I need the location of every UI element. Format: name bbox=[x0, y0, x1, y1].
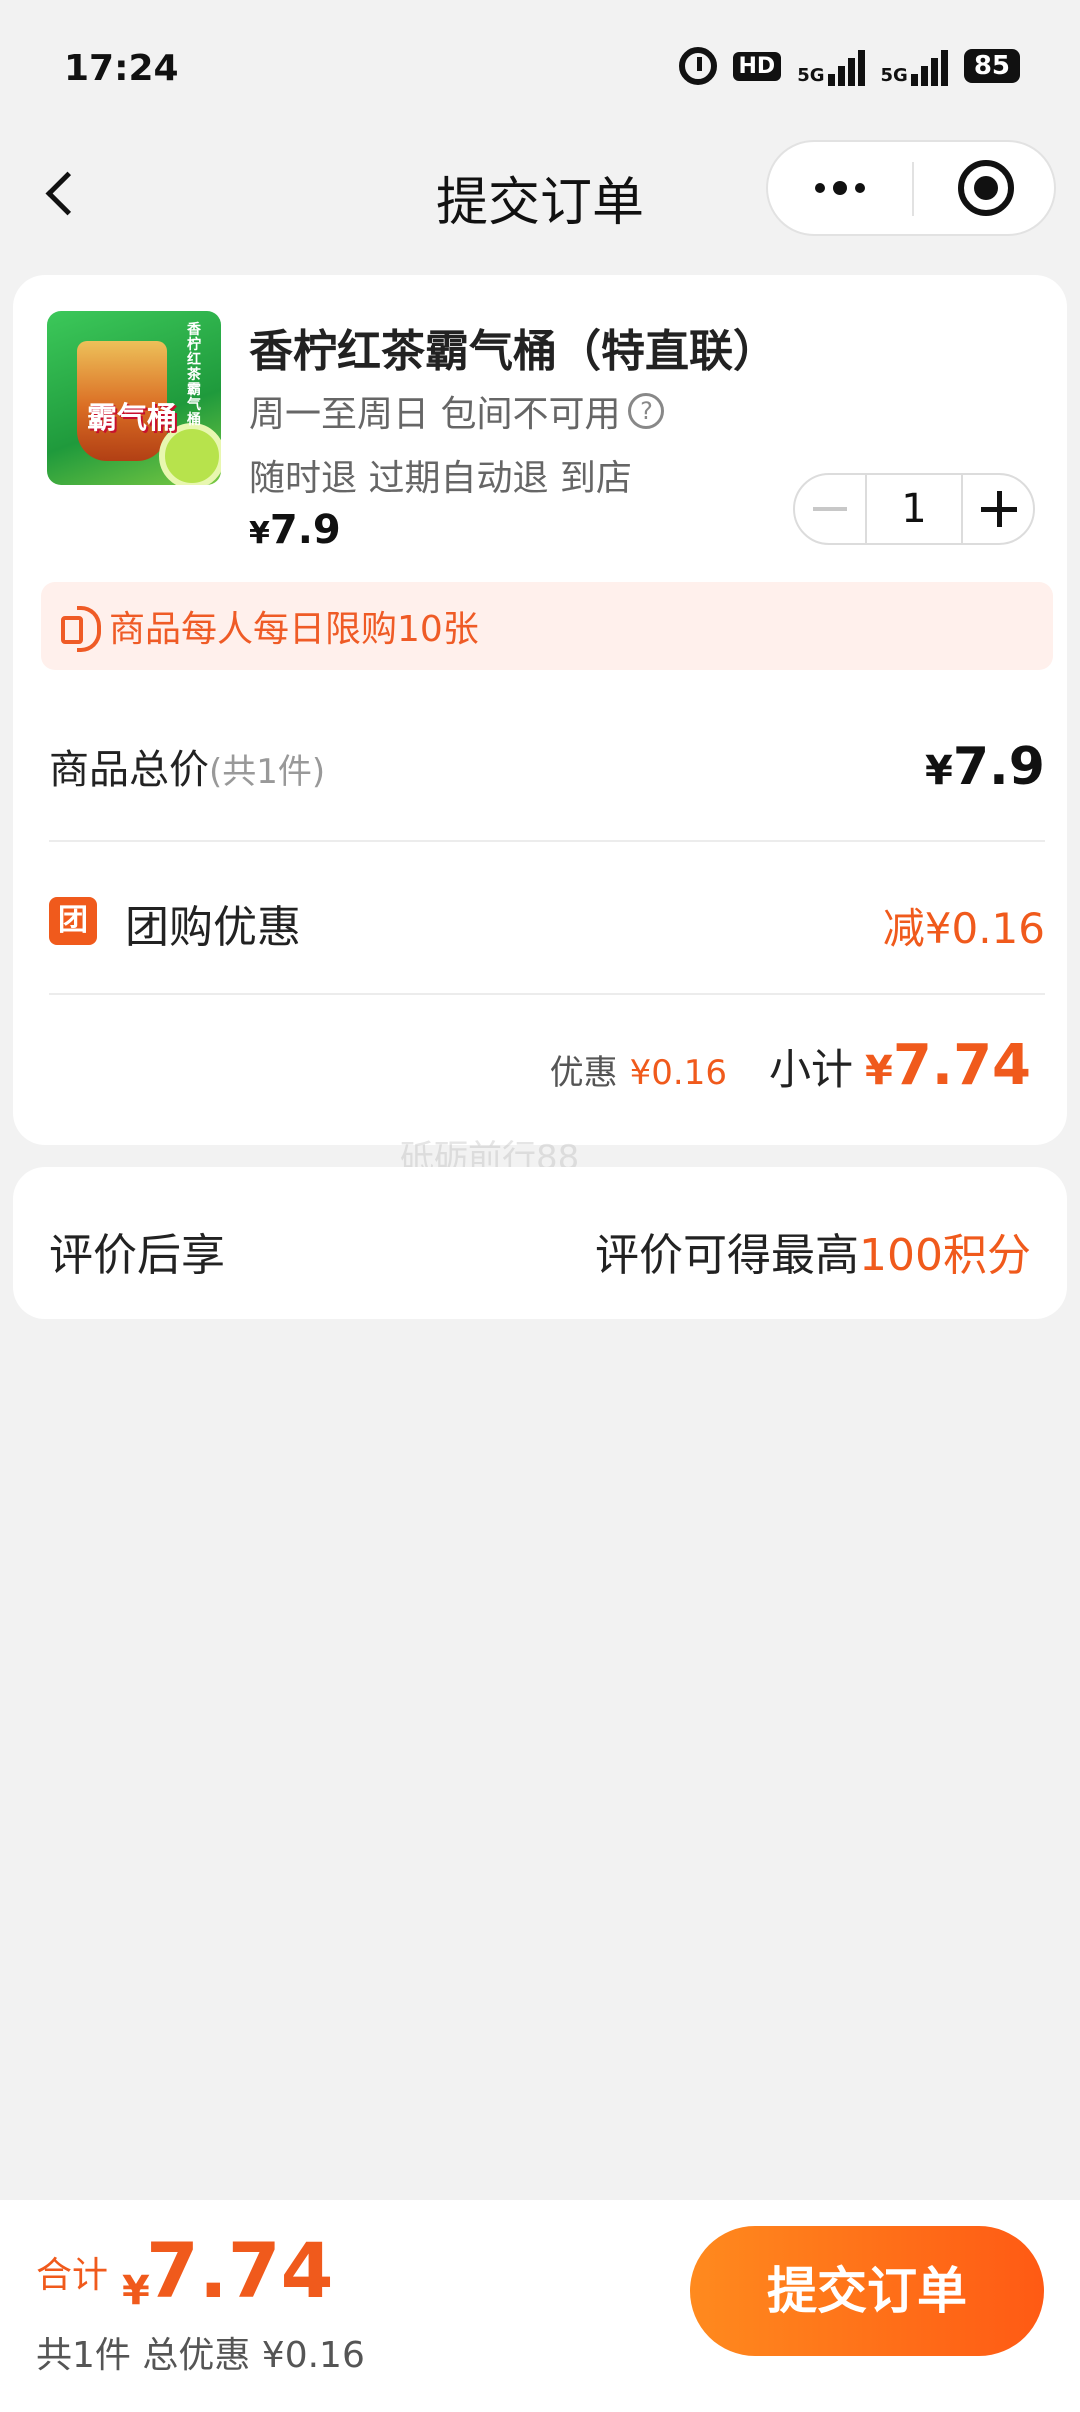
review-reward: 评价可得最高100积分 bbox=[595, 1219, 1031, 1283]
subtotal-row: 优惠 ¥0.16 小计 ¥7.74 bbox=[550, 1033, 1031, 1098]
subtotal-number: 7.74 bbox=[892, 1033, 1031, 1098]
price-value: 7.9 bbox=[269, 507, 341, 553]
total-count: (共1件) bbox=[209, 752, 326, 792]
total-price-value: ¥7.9 bbox=[925, 737, 1045, 797]
status-time: 17:24 bbox=[64, 48, 179, 89]
product-rule: 周一至周日 包间不可用 ? bbox=[249, 385, 665, 437]
product-policy: 随时退 过期自动退 到店 bbox=[249, 458, 632, 499]
thumb-side-text: 香柠红茶霸气桶 bbox=[187, 322, 201, 428]
thumb-text: 霸气桶 bbox=[87, 401, 177, 436]
limit-notice: 商品每人每日限购10张 bbox=[41, 582, 1053, 670]
battery-icon: 85 bbox=[963, 49, 1020, 83]
review-reward-points: 100积分 bbox=[859, 1230, 1031, 1281]
hd-icon: HD bbox=[732, 51, 782, 81]
increase-button[interactable] bbox=[963, 475, 1033, 543]
bottom-bar: 合计 ¥ 7.74 共1件 总优惠 ¥0.16 提交订单 bbox=[0, 2200, 1080, 2412]
network-type-1: 5G bbox=[797, 65, 825, 86]
target-icon[interactable] bbox=[958, 160, 1014, 216]
total-price-row: 商品总价(共1件) ¥7.9 bbox=[49, 737, 1045, 797]
discount-value: ¥0.16 bbox=[629, 1053, 727, 1093]
total-price-number: 7.9 bbox=[952, 737, 1045, 797]
group-discount-label: 团购优惠 bbox=[125, 902, 301, 953]
product-rule-text: 周一至周日 包间不可用 bbox=[249, 394, 621, 435]
signal-icon: 5G bbox=[797, 46, 865, 86]
capsule-divider bbox=[912, 162, 914, 216]
submit-order-button[interactable]: 提交订单 bbox=[690, 2226, 1044, 2356]
grand-total-label: 合计 bbox=[36, 2255, 109, 2296]
product-image: 霸气桶 香柠红茶霸气桶 bbox=[47, 311, 221, 485]
review-label: 评价后享 bbox=[49, 1230, 225, 1281]
group-discount-row: 团 团购优惠 减¥0.16 bbox=[49, 887, 1045, 957]
limit-notice-text: 商品每人每日限购10张 bbox=[109, 609, 479, 650]
divider bbox=[49, 840, 1045, 842]
total-price-label: 商品总价 bbox=[49, 747, 209, 793]
grand-total-value: 7.74 bbox=[146, 2226, 334, 2315]
quantity-stepper: 1 bbox=[793, 473, 1035, 545]
group-discount-value: 减¥0.16 bbox=[882, 904, 1045, 953]
status-icons: HD 5G 5G 85 bbox=[678, 46, 1020, 86]
price-symbol: ¥ bbox=[249, 516, 270, 551]
product-name: 香柠红茶霸气桶（特直联） bbox=[249, 326, 777, 377]
group-buy-icon: 团 bbox=[49, 897, 97, 945]
review-card[interactable]: 评价后享 评价可得最高100积分 bbox=[13, 1167, 1067, 1319]
order-summary: 共1件 总优惠 ¥0.16 bbox=[36, 2335, 365, 2376]
mini-program-capsule bbox=[766, 140, 1056, 236]
status-bar: 17:24 HD 5G 5G 85 bbox=[0, 0, 1080, 130]
subtotal-label: 小计 bbox=[768, 1045, 853, 1094]
alarm-icon bbox=[678, 47, 717, 85]
signal-icon-2: 5G bbox=[881, 46, 948, 86]
review-reward-prefix: 评价可得最高 bbox=[595, 1230, 860, 1281]
total-price-symbol: ¥ bbox=[925, 748, 953, 794]
discount-label: 优惠 bbox=[549, 1053, 618, 1093]
order-card: 霸气桶 香柠红茶霸气桶 香柠红茶霸气桶（特直联） 周一至周日 包间不可用 ? 随… bbox=[13, 275, 1067, 1145]
more-dots-icon[interactable] bbox=[768, 142, 912, 234]
help-icon[interactable]: ? bbox=[628, 393, 665, 429]
quantity-value[interactable]: 1 bbox=[865, 475, 963, 543]
divider bbox=[49, 993, 1045, 995]
decrease-button[interactable] bbox=[795, 475, 865, 543]
subtotal-symbol: ¥ bbox=[864, 1048, 893, 1094]
subtotal-value: ¥7.74 bbox=[865, 1033, 1031, 1098]
nav-bar: 提交订单 bbox=[0, 130, 1080, 260]
speaker-icon bbox=[55, 602, 103, 652]
network-type-2: 5G bbox=[880, 65, 908, 86]
product-price: ¥7.9 bbox=[249, 507, 341, 553]
